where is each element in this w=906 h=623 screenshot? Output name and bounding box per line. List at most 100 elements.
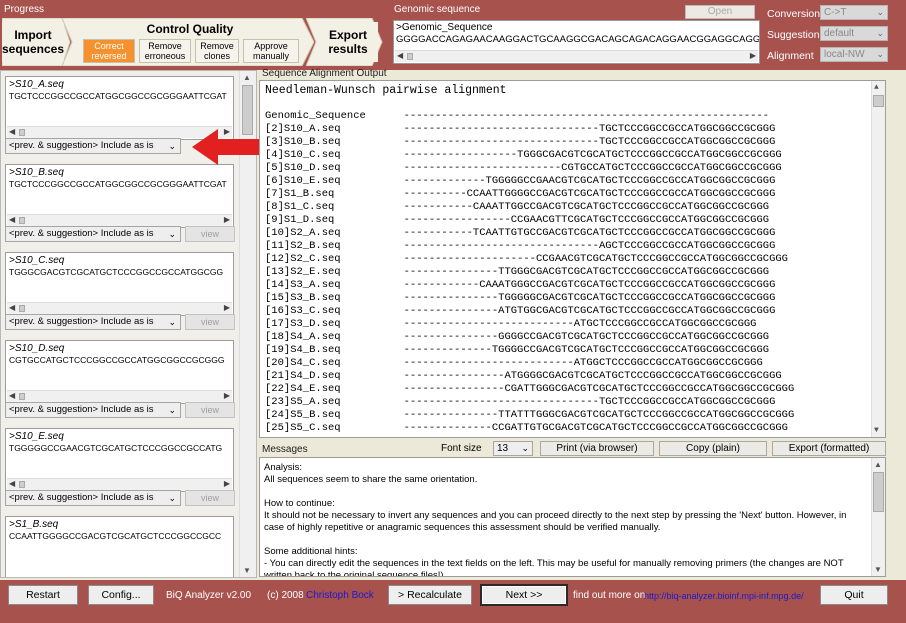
scroll-left-icon[interactable]: ◀ (9, 303, 15, 312)
scroll-thumb[interactable] (873, 472, 884, 512)
scroll-thumb[interactable] (19, 217, 25, 224)
view-button[interactable]: view (185, 402, 235, 418)
sequence-text: TGGGGGCCGAACGTCGCATGCTCCCGGCCGCCATG (9, 443, 223, 453)
scroll-left-icon[interactable]: ◀ (9, 127, 15, 136)
scroll-up-icon[interactable]: ▲ (874, 83, 879, 92)
scroll-left-icon[interactable]: ◀ (9, 479, 15, 488)
include-dropdown[interactable]: <prev. & suggestion> Include as is ⌄ (5, 490, 181, 506)
recalculate-button[interactable]: > Recalculate (388, 585, 472, 605)
message-line: case of highly repetitive or anagramic s… (264, 522, 661, 533)
scroll-left-icon[interactable]: ◀ (9, 391, 15, 400)
approve-manually-button[interactable]: Approve manually (243, 39, 299, 63)
scroll-thumb[interactable] (19, 393, 25, 400)
scroll-down-icon[interactable]: ▼ (874, 565, 882, 574)
alignment-row: [12]S2_C.seq ---------------------CCGAAC… (265, 253, 788, 265)
scroll-right-icon[interactable]: ▶ (750, 51, 756, 60)
view-button[interactable]: view (185, 314, 235, 330)
top-bar: Progress Import sequences Control Quality… (0, 0, 906, 70)
remove-clones-line2: clones (203, 51, 230, 61)
chevron-down-icon: ⌄ (168, 405, 176, 415)
scroll-right-icon[interactable]: ▶ (224, 479, 230, 488)
sequence-hscroll[interactable]: ◀ ▶ (7, 302, 232, 314)
sequence-field[interactable]: >S10_C.seq TGGGCGACGTCGCATGCTCCCGGCCGCCA… (5, 252, 234, 316)
alignment-scrollbar[interactable]: ▲ ▼ (871, 81, 885, 437)
messages-title: Messages (262, 444, 308, 455)
import-line2: sequences (1, 42, 65, 56)
sequence-hscroll[interactable]: ◀ ▶ (7, 390, 232, 402)
scroll-right-icon[interactable]: ▶ (224, 303, 230, 312)
remove-erroneous-button[interactable]: Remove erroneous (139, 39, 191, 63)
message-line: written back to the original sequence fi… (264, 570, 444, 577)
suggestions-select[interactable]: default ⌄ (820, 26, 888, 41)
control-quality-title: Control Quality (146, 22, 234, 36)
scroll-thumb[interactable] (873, 95, 884, 107)
include-dropdown[interactable]: <prev. & suggestion> Include as is ⌄ (5, 138, 181, 154)
correct-reversed-button[interactable]: Correct reversed (83, 39, 135, 63)
messages-panel[interactable]: Analysis: All sequences seem to share the… (259, 457, 886, 577)
scroll-thumb[interactable] (19, 481, 25, 488)
alignment-row: [6]S10_E.seq -------------TGGGGGCCGAACGT… (265, 175, 776, 187)
scroll-down-icon[interactable]: ▼ (874, 426, 879, 435)
export-results-step[interactable]: Export results (318, 22, 378, 62)
open-button[interactable]: Open (685, 5, 755, 19)
approve-line1: Approve (254, 41, 288, 51)
sequence-field[interactable]: >S10_B.seq TGCTCCCGGCCGCCATGGCGGCCGCGGGA… (5, 164, 234, 228)
alignment-row: [21]S4_D.seq ----------------ATGGGGCGACG… (265, 370, 782, 382)
scroll-left-icon[interactable]: ◀ (397, 51, 403, 60)
scroll-right-icon[interactable]: ▶ (224, 391, 230, 400)
copyright-text: (c) 2008 (267, 590, 304, 601)
sequence-field[interactable]: >S10_D.seq CGTGCCATGCTCCCGGCCGCCATGGCGGC… (5, 340, 234, 404)
author-link[interactable]: Christoph Bock (306, 590, 374, 601)
alignment-row: [15]S3_B.seq ---------------TGGGGGCGACGT… (265, 292, 776, 304)
alignment-value: local-NW (824, 49, 865, 60)
scroll-down-icon[interactable]: ▼ (243, 566, 251, 575)
font-size-select[interactable]: 13 ⌄ (493, 441, 533, 456)
scroll-up-icon[interactable]: ▲ (874, 460, 882, 469)
conversion-label: Conversion (767, 8, 821, 20)
sequence-hscroll[interactable]: ◀ ▶ (7, 478, 232, 490)
alignment-row: [20]S4_C.seq ---------------------------… (265, 357, 763, 369)
website-link[interactable]: http://biq-analyzer.bioinf.mpi-inf.mpg.d… (644, 591, 804, 601)
chevron-down-icon: ⌄ (876, 49, 884, 59)
sequence-field[interactable]: >S10_E.seq TGGGGGCCGAACGTCGCATGCTCCCGGCC… (5, 428, 234, 492)
include-dropdown[interactable]: <prev. & suggestion> Include as is ⌄ (5, 314, 181, 330)
sequence-text: TGCTCCCGGCCGCCATGGCGGCCGCGGGAATTCGAT (9, 179, 227, 189)
print-button[interactable]: Print (via browser) (540, 441, 654, 456)
scroll-thumb[interactable] (407, 53, 413, 60)
remove-clones-button[interactable]: Remove clones (195, 39, 239, 63)
scroll-up-icon[interactable]: ▲ (243, 73, 251, 82)
genomic-sequence-field[interactable]: >Genomic_Sequence GGGGACCAGAGAACAAGGACTG… (393, 20, 760, 64)
messages-scrollbar[interactable]: ▲ ▼ (871, 458, 885, 576)
quit-button[interactable]: Quit (820, 585, 888, 605)
conversion-select[interactable]: C->T ⌄ (820, 5, 888, 20)
remove-clones-line1: Remove (200, 41, 234, 51)
restart-button[interactable]: Restart (8, 585, 78, 605)
copy-button[interactable]: Copy (plain) (659, 441, 767, 456)
include-dropdown[interactable]: <prev. & suggestion> Include as is ⌄ (5, 226, 181, 242)
alignment-row: [25]S5_C.seq --------------CCGATTGTGCGAC… (265, 422, 788, 434)
include-dropdown[interactable]: <prev. & suggestion> Include as is ⌄ (5, 402, 181, 418)
sequence-name: >S1_B.seq (9, 519, 59, 530)
correct-line1: Correct (94, 41, 124, 51)
alignment-output[interactable]: Needleman-Wunsch pairwise alignment Geno… (259, 80, 886, 438)
scroll-thumb[interactable] (19, 305, 25, 312)
font-size-label: Font size (441, 443, 482, 454)
view-button[interactable]: view (185, 490, 235, 506)
font-size-value: 13 (497, 443, 509, 454)
alignment-row: [7]S1_B.seq ----------CCAATTGGGGCCGACGTC… (265, 188, 776, 200)
scroll-left-icon[interactable]: ◀ (9, 215, 15, 224)
alignment-select[interactable]: local-NW ⌄ (820, 47, 888, 62)
view-button[interactable]: view (185, 226, 235, 242)
next-button[interactable]: Next >> (480, 584, 568, 606)
genomic-sequence-title: Genomic sequence (394, 4, 481, 15)
scroll-thumb[interactable] (19, 129, 25, 136)
sequence-field[interactable]: >S1_B.seq CCAATTGGGGCCGACGTCGCATGCTCCCGG… (5, 516, 234, 577)
sequence-text: TGCTCCCGGCCGCCATGGCGGCCGCGGGAATTCGAT (9, 91, 227, 101)
sequence-hscroll[interactable]: ◀ ▶ (7, 214, 232, 226)
alignment-header: Needleman-Wunsch pairwise alignment (265, 84, 507, 97)
genomic-hscroll[interactable]: ◀ ▶ (395, 50, 758, 62)
config-button[interactable]: Config... (88, 585, 154, 605)
import-sequences-step[interactable]: Import sequences (2, 22, 64, 62)
export-button[interactable]: Export (formatted) (772, 441, 886, 456)
scroll-right-icon[interactable]: ▶ (224, 215, 230, 224)
